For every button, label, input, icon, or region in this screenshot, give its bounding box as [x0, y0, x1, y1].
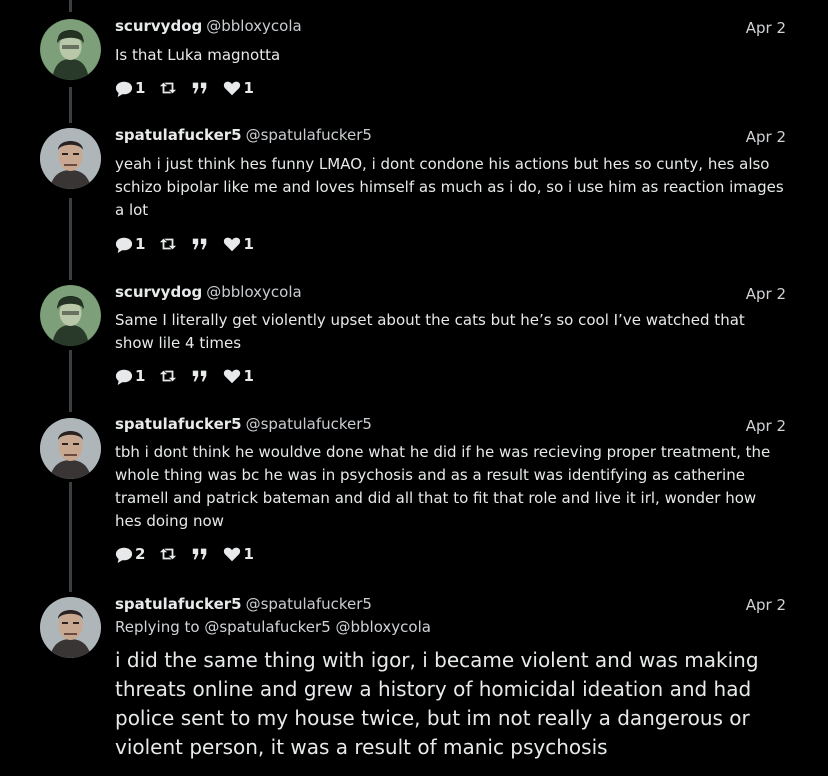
post-header: spatulafucker5 @spatulafucker5 — [115, 126, 372, 144]
avatar[interactable] — [40, 128, 101, 189]
post[interactable]: scurvydog @bbloxycola Apr 2 Is that Luka … — [0, 0, 828, 110]
speech-bubble-icon — [115, 79, 133, 97]
post-date[interactable]: Apr 2 — [746, 285, 786, 303]
like-count: 1 — [243, 367, 254, 385]
repost-button[interactable] — [159, 235, 177, 253]
main-post[interactable]: spatulafucker5 @spatulafucker5 Apr 2 Repl… — [0, 580, 828, 776]
repost-arrows-icon — [159, 545, 177, 563]
reply-count: 2 — [135, 545, 146, 563]
like-button[interactable]: 1 — [223, 79, 254, 97]
reply-button[interactable]: 1 — [115, 235, 145, 253]
reply-count: 1 — [135, 235, 146, 253]
mugshot-avatar — [40, 418, 101, 479]
post[interactable]: spatulafucker5 @spatulafucker5 Apr 2 tbh … — [0, 400, 828, 590]
reply-button[interactable]: 2 — [115, 545, 145, 563]
like-count: 1 — [243, 545, 254, 563]
display-name[interactable]: spatulafucker5 — [115, 415, 242, 433]
like-count: 1 — [243, 235, 254, 253]
repost-arrows-icon — [159, 367, 177, 385]
display-name[interactable]: scurvydog — [115, 283, 202, 301]
post-text: Is that Luka magnotta — [115, 46, 281, 64]
quote-icon — [191, 545, 209, 563]
avatar[interactable] — [40, 418, 101, 479]
post-header: scurvydog @bbloxycola — [115, 283, 302, 301]
action-bar: 1 1 — [115, 366, 268, 386]
reply-button[interactable]: 1 — [115, 79, 145, 97]
avatar[interactable] — [40, 285, 101, 346]
post-text: Same I literally get violently upset abo… — [115, 311, 745, 352]
avatar[interactable] — [40, 19, 101, 80]
post-date[interactable]: Apr 2 — [746, 19, 786, 37]
repost-button[interactable] — [159, 367, 177, 385]
repost-arrows-icon — [159, 79, 177, 97]
speech-bubble-icon — [115, 545, 133, 563]
avatar[interactable] — [40, 597, 101, 658]
display-name[interactable]: spatulafucker5 — [115, 595, 242, 613]
green-helmet-avatar — [40, 285, 101, 346]
display-name[interactable]: scurvydog — [115, 17, 202, 35]
mugshot-avatar — [40, 597, 101, 658]
quote-icon — [191, 235, 209, 253]
post[interactable]: spatulafucker5 @spatulafucker5 Apr 2 yeah… — [0, 110, 828, 280]
handle[interactable]: @spatulafucker5 — [246, 126, 372, 144]
action-bar: 2 1 — [115, 544, 268, 564]
heart-icon — [223, 367, 241, 385]
mugshot-avatar — [40, 128, 101, 189]
like-button[interactable]: 1 — [223, 235, 254, 253]
repost-arrows-icon — [159, 235, 177, 253]
post-text: i did the same thing with igor, i became… — [115, 648, 759, 759]
quote-button[interactable] — [191, 367, 209, 385]
post-date[interactable]: Apr 2 — [746, 417, 786, 435]
like-count: 1 — [243, 79, 254, 97]
replying-to[interactable]: Replying to @spatulafucker5 @bbloxycola — [115, 618, 431, 636]
handle[interactable]: @bbloxycola — [206, 17, 301, 35]
reply-button[interactable]: 1 — [115, 367, 145, 385]
speech-bubble-icon — [115, 235, 133, 253]
reply-count: 1 — [135, 367, 146, 385]
like-button[interactable]: 1 — [223, 367, 254, 385]
like-button[interactable]: 1 — [223, 545, 254, 563]
heart-icon — [223, 545, 241, 563]
reply-count: 1 — [135, 79, 146, 97]
post-date[interactable]: Apr 2 — [746, 128, 786, 146]
heart-icon — [223, 79, 241, 97]
post-text: yeah i just think hes funny LMAO, i dont… — [115, 155, 784, 219]
green-helmet-avatar — [40, 19, 101, 80]
post-header: spatulafucker5 @spatulafucker5 — [115, 595, 372, 613]
action-bar: 1 1 — [115, 78, 268, 98]
display-name[interactable]: spatulafucker5 — [115, 126, 242, 144]
handle[interactable]: @spatulafucker5 — [246, 415, 372, 433]
handle[interactable]: @bbloxycola — [206, 283, 301, 301]
post-header: scurvydog @bbloxycola — [115, 17, 302, 35]
repost-button[interactable] — [159, 79, 177, 97]
post[interactable]: scurvydog @bbloxycola Apr 2 Same I litera… — [0, 270, 828, 410]
repost-button[interactable] — [159, 545, 177, 563]
quote-button[interactable] — [191, 79, 209, 97]
quote-button[interactable] — [191, 545, 209, 563]
post-date[interactable]: Apr 2 — [746, 596, 786, 614]
handle[interactable]: @spatulafucker5 — [246, 595, 372, 613]
post-text: tbh i dont think he wouldve done what he… — [115, 443, 771, 530]
action-bar: 1 1 — [115, 234, 268, 254]
speech-bubble-icon — [115, 367, 133, 385]
post-header: spatulafucker5 @spatulafucker5 — [115, 415, 372, 433]
heart-icon — [223, 235, 241, 253]
quote-icon — [191, 79, 209, 97]
quote-icon — [191, 367, 209, 385]
quote-button[interactable] — [191, 235, 209, 253]
